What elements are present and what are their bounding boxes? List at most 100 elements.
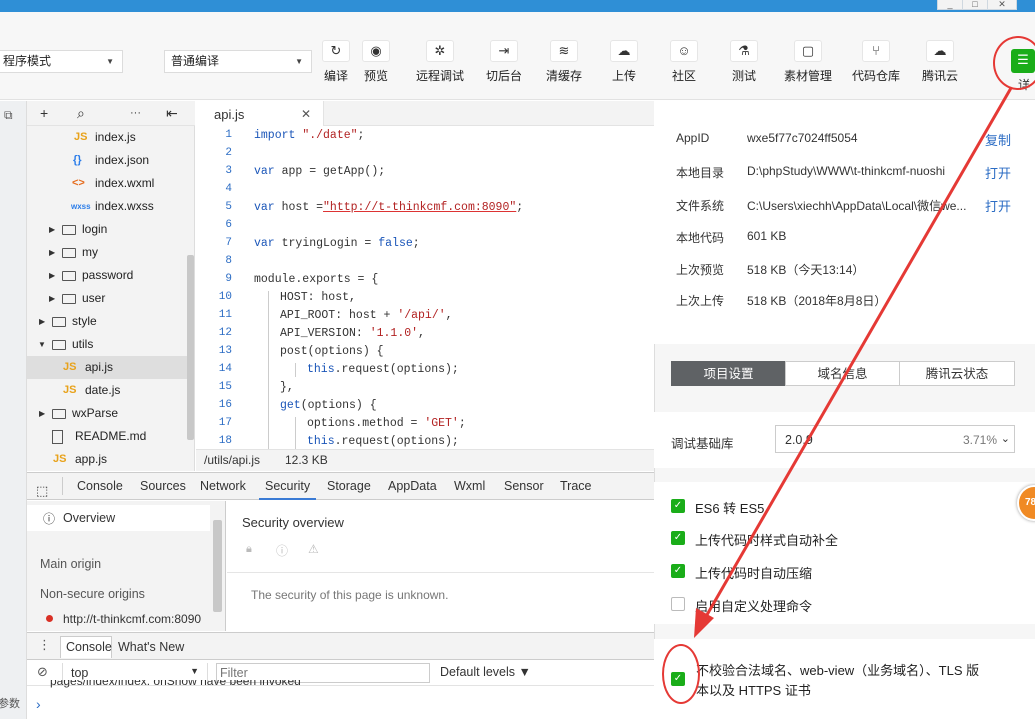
menu-icon[interactable]: ⋮ <box>38 637 51 653</box>
security-scrollbar[interactable] <box>213 520 222 612</box>
chevron-right-icon: ▶ <box>39 409 46 418</box>
inspect-icon[interactable]: ⬚ <box>36 477 48 504</box>
tab-api-js[interactable]: api.js ✕ <box>196 101 324 127</box>
tab-console[interactable]: Console <box>77 472 123 499</box>
remote-debug-button[interactable]: ✲ 远程调试 <box>405 40 475 84</box>
js-file-icon: JS <box>53 453 67 465</box>
code-line: }, <box>280 381 294 394</box>
tree-scrollbar[interactable] <box>187 255 194 440</box>
lock-icon: 🔒︎ <box>246 543 252 555</box>
tab-wxml[interactable]: Wxml <box>454 472 485 499</box>
info-icon: ⓘ <box>43 512 56 526</box>
folder-icon <box>52 409 66 419</box>
code-line: post(options) { <box>280 345 384 358</box>
editor-status-bar: /utils/api.js 12.3 KB <box>196 449 654 471</box>
file-icon <box>52 430 63 444</box>
folder-icon <box>62 248 76 258</box>
chevron-down-icon: ▼ <box>106 57 114 66</box>
annotation-arrow <box>694 87 1013 638</box>
code-line: HOST: host, <box>280 291 356 304</box>
tree-folder[interactable]: ▶ my <box>27 241 187 264</box>
search-icon[interactable]: ⌕ <box>77 101 85 126</box>
tree-folder[interactable]: ▶ password <box>27 264 187 287</box>
code-line: var tryingLogin = false; <box>254 237 420 250</box>
code-line: this.request(options); <box>307 363 459 376</box>
skip-domain-label-2: 本以及 HTTPS 证书 <box>696 683 811 698</box>
tab-sensor[interactable]: Sensor <box>504 472 544 499</box>
clear-console-icon[interactable]: ⊘ <box>37 664 48 680</box>
security-title: Security overview <box>242 515 344 530</box>
code-line: var app = getApp(); <box>254 165 386 178</box>
tree-item-selected[interactable]: JS api.js <box>27 356 187 379</box>
left-activity-bar <box>0 101 27 719</box>
levels-select[interactable]: Default levels ▼ <box>440 665 531 679</box>
origin-link[interactable]: http://t-thinkcmf.com:8090 <box>63 612 201 626</box>
insecure-dot-icon <box>46 615 53 622</box>
tab-storage[interactable]: Storage <box>327 472 371 499</box>
console-drawer-tab[interactable]: Console <box>60 636 112 658</box>
close-icon[interactable]: ✕ <box>987 0 1017 10</box>
warning-icon: ⚠ <box>308 542 319 556</box>
collapse-icon[interactable]: ⇤ <box>166 101 178 126</box>
tree-item[interactable]: README.md <box>27 425 187 448</box>
add-icon[interactable]: + <box>40 101 48 126</box>
overview-item[interactable]: ⓘ Overview <box>27 505 210 531</box>
tab-appdata[interactable]: AppData <box>388 472 437 499</box>
more-icon[interactable]: ··· <box>130 101 141 126</box>
js-file-icon: JS <box>63 361 77 373</box>
chevron-right-icon: ▶ <box>49 271 56 280</box>
tree-item[interactable]: {} index.json <box>27 149 187 172</box>
tree-item[interactable]: JS index.js <box>27 126 187 149</box>
chevron-right-icon: ▶ <box>49 294 56 303</box>
tab-security[interactable]: Security <box>259 472 317 500</box>
tree-item[interactable]: JS app.js <box>27 448 187 471</box>
preview-button[interactable]: ◉ 预览 <box>341 40 411 84</box>
window-icon[interactable]: ⧉ <box>4 108 13 123</box>
close-icon[interactable]: ✕ <box>301 107 311 121</box>
tab-sources[interactable]: Sources <box>140 472 186 499</box>
tree-item[interactable]: JS date.js <box>27 379 187 402</box>
switch-icon: ⇥ <box>490 40 518 62</box>
chevron-down-icon: ▼ <box>38 340 46 349</box>
skip-domain-label-1: 不校验合法域名、web-view（业务域名）、TLS 版 <box>696 663 980 678</box>
bug-icon: ✲ <box>426 40 454 62</box>
prompt-icon[interactable]: › <box>36 696 41 712</box>
folder-icon <box>62 271 76 281</box>
code-line: var host ="http://t-thinkcmf.com:8090"; <box>254 201 524 214</box>
folder-icon <box>62 225 76 235</box>
tree-folder[interactable]: ▶ user <box>27 287 187 310</box>
code-line: import "./date"; <box>254 129 365 142</box>
eye-icon: ◉ <box>362 40 390 62</box>
minimize-icon[interactable]: _ <box>937 0 963 10</box>
chevron-down-icon: ▼ <box>190 666 199 676</box>
tree-item[interactable]: <> index.wxml <box>27 172 187 195</box>
code-editor[interactable]: 1 2 3 4 5 6 7 8 9 10 11 12 13 14 15 16 1… <box>196 126 654 449</box>
non-secure-label: Non-secure origins <box>40 587 145 601</box>
tree-folder[interactable]: ▼ utils <box>27 333 187 356</box>
code-line: options.method = 'GET'; <box>307 417 466 430</box>
folder-icon: ▢ <box>794 40 822 62</box>
branch-icon: ⑂ <box>862 40 890 62</box>
compile-select[interactable]: 普通编译 ▼ <box>164 50 312 73</box>
tree-folder[interactable]: ▶ login <box>27 218 187 241</box>
mode-select[interactable]: 程序模式 ▼ <box>0 50 123 73</box>
restore-icon[interactable]: □ <box>962 0 988 10</box>
tree-folder[interactable]: ▶ style <box>27 310 187 333</box>
security-message: The security of this page is unknown. <box>251 588 449 602</box>
code-line: get(options) { <box>280 399 377 412</box>
code-line: this.request(options); <box>307 435 459 448</box>
title-bar <box>0 0 1035 12</box>
tree-folder[interactable]: ▶ wxParse <box>27 402 187 425</box>
chat-icon: ☺ <box>670 40 698 62</box>
folder-icon <box>62 294 76 304</box>
tab-network[interactable]: Network <box>200 472 246 499</box>
code-line: module.exports = { <box>254 273 379 286</box>
whats-new-tab[interactable]: What's New <box>118 640 184 654</box>
tab-trace[interactable]: Trace <box>560 472 592 499</box>
wxml-file-icon: <> <box>72 177 85 189</box>
console-log-line: pages/index/index: onShow have been invo… <box>50 680 301 688</box>
chevron-right-icon: ▶ <box>39 317 46 326</box>
tree-item[interactable]: wxss index.wxss <box>27 195 187 218</box>
code-line: API_VERSION: '1.1.0', <box>280 327 425 340</box>
cloud-icon: ☁ <box>926 40 954 62</box>
